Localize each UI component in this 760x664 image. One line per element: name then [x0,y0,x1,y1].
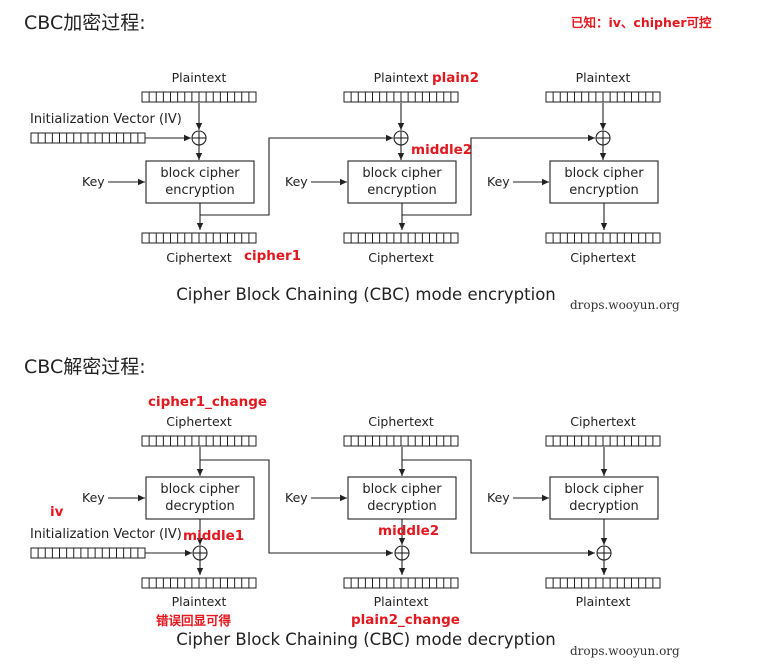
dec-iv-bits [30,547,146,559]
dec-watermark: drops.wooyun.org [570,644,680,658]
dec-plaintext-label-3: Plaintext [576,594,631,609]
enc-annotation-plain2: plain2 [432,70,479,86]
enc-iv-label: Initialization Vector (IV) [30,112,182,127]
dec-annotation-error-echo: 错误回显可得 [156,613,232,628]
dec-annotation-middle2: middle2 [378,523,439,539]
enc-block-3-line1: block cipher [564,166,644,181]
dec-block-2-line2: decryption [367,499,437,514]
dec-iv-label: Initialization Vector (IV) [30,527,182,542]
dec-plaintext-bits-2 [343,577,459,589]
enc-key-label-1: Key [82,174,105,189]
dec-plaintext-label-2: Plaintext [374,594,429,609]
encryption-diagram: Plaintext Plaintext Plaintext plain2 Ini… [30,70,680,312]
enc-iv-bits [30,132,146,144]
enc-annotation-cipher1: cipher1 [244,248,301,264]
enc-block-1-line2: encryption [165,183,235,198]
dec-xor-1 [192,545,208,561]
encryption-heading: CBC加密过程: [24,12,146,34]
enc-xor-2 [393,130,409,146]
dec-key-label-2: Key [285,490,308,505]
dec-ciphertext-label-1: Ciphertext [166,414,232,429]
dec-ciphertext-label-3: Ciphertext [570,414,636,429]
dec-block-3-line1: block cipher [564,482,644,497]
enc-ciphertext-bits-2 [343,232,459,244]
enc-xor-3 [595,130,611,146]
enc-block-3-line2: encryption [569,183,639,198]
dec-block-1-line1: block cipher [160,482,240,497]
enc-plaintext-label-1: Plaintext [172,70,227,85]
enc-ciphertext-bits-3 [545,232,661,244]
enc-block-2-line1: block cipher [362,166,442,181]
enc-ciphertext-bits-1 [141,232,257,244]
dec-key-label-3: Key [487,490,510,505]
dec-ciphertext-bits-3 [545,435,661,447]
decryption-heading: CBC解密过程: [24,356,146,378]
enc-caption: Cipher Block Chaining (CBC) mode encrypt… [176,285,556,304]
dec-annotation-plain2-change: plain2_change [351,612,460,628]
enc-key-label-3: Key [487,174,510,189]
dec-key-label-1: Key [82,490,105,505]
enc-ciphertext-label-1: Ciphertext [166,250,232,265]
known-note: 已知：iv、chipher可控 [571,15,712,30]
dec-caption: Cipher Block Chaining (CBC) mode decrypt… [176,630,556,649]
dec-ciphertext-label-2: Ciphertext [368,414,434,429]
enc-block-1-line1: block cipher [160,166,240,181]
enc-key-label-2: Key [285,174,308,189]
dec-xor-3 [596,545,612,561]
decryption-diagram: cipher1_change Ciphertext Ciphertext Cip… [30,394,680,658]
cbc-diagram: CBC加密过程: 已知：iv、chipher可控 CBC解密过程: Plaint… [24,12,712,658]
enc-ciphertext-label-2: Ciphertext [368,250,434,265]
dec-block-2-line1: block cipher [362,482,442,497]
enc-plaintext-bits-1 [141,91,257,103]
enc-plaintext-bits-2 [343,91,459,103]
dec-ciphertext-bits-1 [141,435,257,447]
enc-plaintext-label-3: Plaintext [576,70,631,85]
dec-xor-2 [394,545,410,561]
dec-block-3-line2: decryption [569,499,639,514]
enc-block-2-line2: encryption [367,183,437,198]
dec-plaintext-bits-3 [545,577,661,589]
dec-plaintext-label-1: Plaintext [172,594,227,609]
dec-block-1-line2: decryption [165,499,235,514]
enc-plaintext-bits-3 [545,91,661,103]
enc-watermark: drops.wooyun.org [570,298,680,312]
dec-plaintext-bits-1 [141,577,257,589]
enc-plaintext-label-2: Plaintext [374,70,429,85]
enc-annotation-middle2: middle2 [411,142,472,158]
enc-xor-1 [191,130,207,146]
dec-annotation-iv: iv [50,504,64,520]
dec-annotation-middle1: middle1 [183,528,244,544]
enc-ciphertext-label-3: Ciphertext [570,250,636,265]
dec-annotation-cipher1-change: cipher1_change [148,394,267,410]
dec-ciphertext-bits-2 [343,435,459,447]
